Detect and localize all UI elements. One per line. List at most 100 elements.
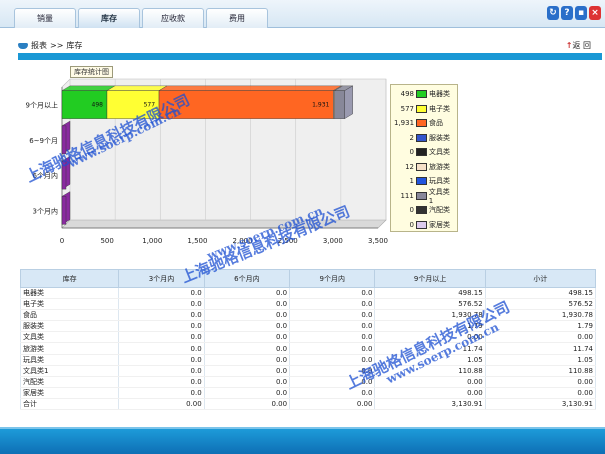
legend-value: 1 — [409, 177, 414, 186]
legend-label: 食品 — [429, 119, 443, 128]
value-cell: 0.0 — [289, 387, 376, 399]
tab-receivables[interactable]: 应收款 — [142, 8, 204, 28]
value-cell: 0.0 — [289, 365, 376, 377]
row-label-cell: 电器类 — [19, 287, 120, 300]
legend-swatch — [416, 119, 427, 128]
data-label: 1,931 — [312, 102, 329, 109]
value-cell: 0.0 — [289, 376, 376, 388]
legend-swatch — [416, 206, 427, 215]
table-row: 食品 0.0 0.0 0.0 1,930.78 1,930.78 — [19, 309, 597, 322]
value-cell: 576.52 — [484, 298, 597, 311]
row-label-cell: 玩具类 — [19, 354, 120, 366]
table-row: 汽配类 0.0 0.0 0.0 0.00 0.00 — [19, 376, 597, 388]
legend-swatch — [416, 104, 427, 113]
value-cell: 0.0 — [118, 354, 205, 366]
value-cell: 0.0 — [118, 298, 205, 311]
legend-value: 111 — [400, 191, 414, 200]
legend-value: 0 — [409, 220, 414, 229]
legend-value: 0 — [409, 148, 414, 157]
legend-swatch — [416, 90, 427, 99]
value-cell: 1.05 — [374, 354, 486, 366]
x-tick-label: 0 — [60, 237, 64, 245]
table-row: 玩具类 0.0 0.0 0.0 1.05 1.05 — [19, 354, 597, 366]
value-cell: 0.0 — [118, 331, 205, 344]
y-tick-label: 3个月内 — [33, 206, 58, 215]
value-cell: 498.15 — [374, 287, 486, 300]
value-cell: 0.0 — [118, 287, 205, 300]
table-row: 文具类 0.0 0.0 0.0 0.00 0.00 — [19, 331, 597, 344]
value-cell: 0.0 — [203, 365, 291, 377]
column-header[interactable]: 小计 — [484, 269, 597, 288]
refresh-icon[interactable]: ↻ — [547, 6, 559, 20]
value-cell: 0.0 — [118, 342, 205, 355]
legend-label: 家居类 — [429, 220, 450, 229]
tab-bar: 销量 库存 应收款 费用 ↻ ? ▪ × — [0, 0, 605, 28]
legend-item: 498 电器类 — [394, 87, 454, 102]
value-cell: 1,930.78 — [484, 309, 597, 322]
value-cell: 1.79 — [484, 320, 597, 333]
value-cell: 498.15 — [484, 287, 597, 300]
chart-legend: 498 电器类 577 电子类 1,931 食品 2 服装类 0 文具类 12 旅游类 1 玩具类 111 文… — [390, 84, 458, 232]
y-tick-label: 6个月内 — [33, 171, 58, 180]
value-cell: 3,130.91 — [484, 397, 597, 411]
column-header[interactable]: 3个月内 — [118, 269, 205, 288]
table-row: 文具类1 0.0 0.0 0.0 110.88 110.88 — [19, 365, 597, 377]
close-icon[interactable]: × — [589, 6, 601, 20]
value-cell: 0.00 — [374, 387, 486, 399]
table-row: 旅游类 0.0 0.0 0.0 11.74 11.74 — [19, 342, 597, 355]
minimize-icon[interactable]: ▪ — [575, 6, 587, 20]
legend-swatch — [416, 177, 427, 186]
inventory-chart: 0 500 1,000 1,500 2,000 2,500 3,000 3,500 9个月以上 6… — [26, 78, 388, 245]
tab-inventory[interactable]: 库存 — [78, 8, 140, 28]
column-header[interactable]: 6个月内 — [203, 269, 291, 288]
data-label: 577 — [144, 102, 156, 109]
legend-label: 文具类 — [429, 148, 450, 157]
value-cell: 0.0 — [289, 309, 376, 322]
legend-swatch — [416, 133, 427, 142]
row-label-cell: 文具类 — [19, 331, 120, 344]
legend-value: 12 — [405, 162, 414, 171]
value-cell: 3,130.91 — [374, 397, 486, 411]
bar-empty — [61, 125, 67, 155]
data-label: 498 — [92, 102, 104, 109]
column-header[interactable]: 9个月内 — [289, 269, 376, 288]
legend-value: 498 — [400, 90, 414, 99]
value-cell: 0.00 — [203, 397, 291, 411]
value-cell: 0.00 — [289, 397, 376, 411]
value-cell: 0.0 — [203, 298, 291, 311]
value-cell: 0.0 — [203, 309, 291, 322]
help-icon[interactable]: ? — [561, 6, 573, 20]
value-cell: 0.0 — [118, 376, 205, 388]
legend-item: 2 服装类 — [394, 131, 454, 146]
row-label-cell: 汽配类 — [19, 376, 120, 388]
table-header: 库存 3个月内 6个月内 9个月内 9个月以上 小计 — [19, 269, 597, 288]
value-cell: 0.0 — [203, 387, 291, 399]
value-cell: 576.52 — [374, 298, 486, 311]
legend-item: 0 家居类 — [394, 218, 454, 233]
value-cell: 1.79 — [374, 320, 486, 333]
row-label-cell: 文具类1 — [19, 365, 120, 377]
column-header[interactable]: 库存 — [19, 269, 120, 288]
value-cell: 11.74 — [484, 342, 597, 355]
legend-label: 电子类 — [429, 104, 450, 113]
legend-label: 文具类1 — [428, 187, 450, 205]
breadcrumb-root[interactable]: 报表 — [31, 40, 47, 51]
breadcrumb: 报表 >> 库存 — [18, 40, 82, 51]
bar-top-电子类 — [106, 85, 168, 91]
breadcrumb-separator: >> — [50, 41, 64, 50]
value-cell: 0.0 — [203, 376, 291, 388]
value-cell: 0.0 — [118, 320, 205, 333]
back-label[interactable]: 返 回 — [572, 41, 591, 50]
legend-item: 1,931 食品 — [394, 116, 454, 131]
bar-segment-文具类1 — [334, 90, 345, 119]
legend-swatch — [416, 220, 427, 229]
back-button[interactable]: ↑返 回 — [566, 40, 591, 51]
legend-label: 电器类 — [429, 90, 450, 99]
column-header[interactable]: 9个月以上 — [374, 269, 486, 288]
bar-empty — [61, 196, 67, 225]
value-cell: 0.0 — [289, 298, 376, 311]
value-cell: 0.00 — [374, 376, 486, 388]
tab-expenses[interactable]: 费用 — [206, 8, 268, 28]
tab-sales[interactable]: 销量 — [14, 8, 76, 28]
row-label-cell: 电子类 — [19, 298, 120, 311]
